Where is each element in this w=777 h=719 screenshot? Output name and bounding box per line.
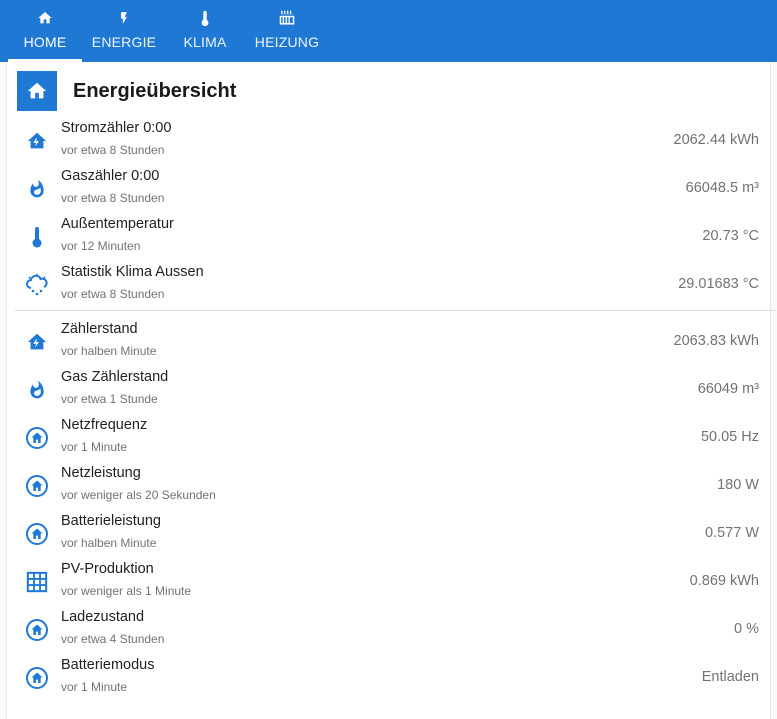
home-lightning-icon	[23, 127, 51, 155]
entity-last-changed: vor 1 Minute	[61, 680, 128, 694]
entity-last-changed: vor 12 Minuten	[61, 239, 141, 253]
entity-row-netzleistung[interactable]: Netzleistung vor weniger als 20 Sekunden…	[17, 463, 769, 511]
entity-row-batteriemodus[interactable]: Batteriemodus vor 1 Minute Entladen	[17, 655, 769, 703]
entity-last-changed: vor halben Minute	[61, 344, 157, 358]
tab-label: HEIZUNG	[254, 34, 320, 50]
entity-name: Stromzähler 0:00	[61, 120, 172, 136]
entity-state: 2063.83 kWh	[673, 333, 759, 349]
entity-name: PV-Produktion	[61, 561, 154, 577]
entity-name: Außentemperatur	[61, 216, 174, 232]
entity-state: 50.05 Hz	[700, 429, 759, 445]
entity-row-netzfrequenz[interactable]: Netzfrequenz vor 1 Minute 50.05 Hz	[17, 415, 769, 463]
home-circle-icon	[23, 520, 51, 548]
weather-snowy-icon	[23, 271, 51, 299]
entity-state: 20.73 °C	[702, 228, 759, 244]
entity-name: Gas Zählerstand	[61, 369, 169, 385]
entity-last-changed: vor etwa 1 Stunde	[61, 392, 158, 406]
home-icon	[17, 71, 57, 111]
entity-row-gas-zaehlerstand[interactable]: Gas Zählerstand vor etwa 1 Stunde 66049 …	[17, 367, 769, 415]
home-icon	[37, 9, 53, 27]
tab-energie[interactable]: ENERGIE	[88, 0, 160, 62]
entity-last-changed: vor etwa 8 Stunden	[61, 143, 165, 157]
tab-label: ENERGIE	[91, 34, 157, 50]
energy-overview-card: Energieübersicht Stromzähler 0:00 vor et…	[6, 62, 776, 719]
entity-name: Statistik Klima Aussen	[61, 264, 204, 280]
entity-last-changed: vor weniger als 20 Sekunden	[61, 488, 216, 502]
tab-label: KLIMA	[183, 34, 227, 50]
entity-row-gaszaehler[interactable]: Gaszähler 0:00 vor etwa 8 Stunden 66048.…	[17, 166, 769, 214]
tab-klima[interactable]: KLIMA	[176, 0, 234, 62]
card-title: Energieübersicht	[73, 79, 237, 102]
entity-name: Batterieleistung	[61, 513, 161, 529]
entity-name: Ladezustand	[61, 609, 145, 625]
entity-state: 2062.44 kWh	[673, 132, 759, 148]
home-circle-icon	[23, 664, 51, 692]
fire-icon	[23, 175, 51, 203]
lightning-icon	[117, 9, 131, 27]
entity-state: 66048.5 m³	[685, 180, 759, 196]
entity-state: 66049 m³	[697, 381, 759, 397]
home-circle-icon	[23, 424, 51, 452]
entity-state: 0.869 kWh	[689, 573, 759, 589]
entity-last-changed: vor 1 Minute	[61, 440, 128, 454]
entity-row-batterieleistung[interactable]: Batterieleistung vor halben Minute 0.577…	[17, 511, 769, 559]
entity-name: Netzfrequenz	[61, 417, 148, 433]
entity-name: Zählerstand	[61, 321, 138, 337]
radiator-icon	[278, 9, 296, 27]
entity-state: 180 W	[717, 477, 759, 493]
entity-last-changed: vor weniger als 1 Minute	[61, 584, 192, 598]
entity-row-ladezustand[interactable]: Ladezustand vor etwa 4 Stunden 0 %	[17, 607, 769, 655]
entity-state: 0.577 W	[705, 525, 759, 541]
entity-row-aussentemperatur[interactable]: Außentemperatur vor 12 Minuten 20.73 °C	[17, 214, 769, 262]
entity-state: 29.01683 °C	[678, 276, 759, 292]
home-lightning-icon	[23, 328, 51, 356]
solar-panel-icon	[23, 568, 51, 596]
tab-heizung[interactable]: HEIZUNG	[252, 0, 322, 62]
entity-state: 0 %	[734, 621, 759, 637]
fire-icon	[23, 376, 51, 404]
entity-last-changed: vor etwa 4 Stunden	[61, 632, 165, 646]
entity-row-statistik-klima[interactable]: Statistik Klima Aussen vor etwa 8 Stunde…	[17, 262, 769, 310]
entity-state: Entladen	[701, 669, 759, 685]
entity-row-pv-produktion[interactable]: PV-Produktion vor weniger als 1 Minute 0…	[17, 559, 769, 607]
entity-last-changed: vor etwa 8 Stunden	[61, 191, 165, 205]
thermometer-icon	[23, 223, 51, 251]
entity-last-changed: vor etwa 8 Stunden	[61, 287, 165, 301]
entity-row-zaehlerstand[interactable]: Zählerstand vor halben Minute 2063.83 kW…	[17, 319, 769, 367]
home-circle-icon	[23, 472, 51, 500]
tab-label: HOME	[23, 34, 67, 50]
thermometer-icon	[199, 9, 211, 27]
entity-name: Batteriemodus	[61, 657, 155, 673]
entity-row-stromzaehler[interactable]: Stromzähler 0:00 vor etwa 8 Stunden 2062…	[17, 118, 769, 166]
entity-last-changed: vor halben Minute	[61, 536, 157, 550]
tab-home[interactable]: HOME	[8, 0, 82, 62]
card-header: Energieübersicht	[17, 71, 237, 111]
home-circle-icon	[23, 616, 51, 644]
section-divider	[15, 310, 776, 311]
entity-name: Gaszähler 0:00	[61, 168, 160, 184]
entity-name: Netzleistung	[61, 465, 141, 481]
top-tab-bar: HOME ENERGIE KLIMA HEIZUNG	[0, 0, 777, 62]
